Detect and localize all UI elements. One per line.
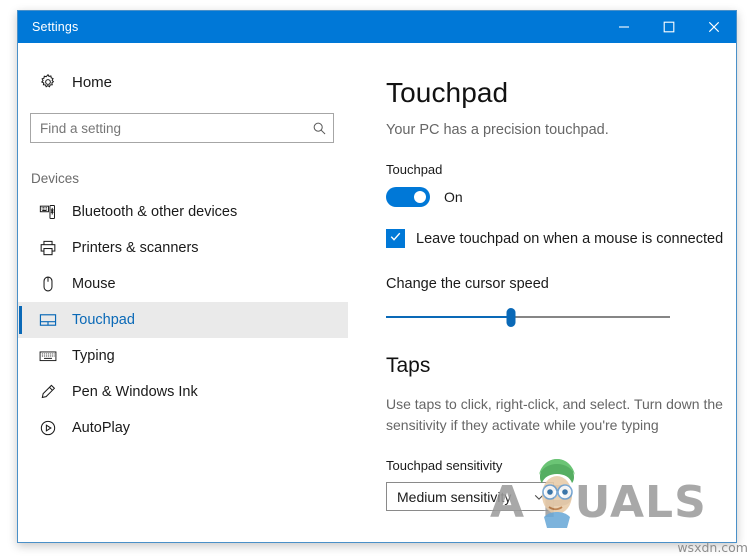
- touchpad-icon: [30, 311, 66, 329]
- bluetooth-devices-icon: [30, 203, 66, 221]
- slider-thumb[interactable]: [506, 308, 516, 327]
- minimize-button[interactable]: [601, 11, 646, 43]
- sidebar-home-label: Home: [72, 73, 113, 91]
- gear-icon: [30, 73, 66, 91]
- touchpad-section-label: Touchpad: [386, 162, 443, 177]
- window-controls: [601, 11, 736, 43]
- touchpad-toggle-row: On: [386, 187, 736, 207]
- touchpad-toggle[interactable]: [386, 187, 430, 207]
- sidebar-item-home[interactable]: Home: [18, 65, 348, 99]
- touchpad-sensitivity-label: Touchpad sensitivity: [386, 458, 503, 473]
- touchpad-toggle-state: On: [444, 189, 463, 205]
- sidebar-item-touchpad[interactable]: Touchpad: [18, 302, 348, 338]
- chevron-down-icon: [533, 491, 545, 503]
- site-credit: wsxdn.com: [677, 540, 748, 555]
- search-input[interactable]: [31, 120, 305, 136]
- settings-window: Settings Home Find a setting Devices Blu…: [17, 10, 737, 543]
- sidebar-item-label: AutoPlay: [72, 420, 131, 436]
- search-box[interactable]: [30, 113, 334, 143]
- sidebar-item-pen-windows-ink[interactable]: Pen & Windows Ink: [18, 374, 348, 410]
- maximize-button[interactable]: [646, 11, 691, 43]
- check-icon: [389, 230, 402, 248]
- page-title: Touchpad: [386, 77, 509, 108]
- sidebar: Home Devices: [18, 43, 348, 542]
- sidebar-item-label: Typing: [72, 348, 115, 364]
- keyboard-icon: [30, 347, 66, 365]
- title-bar: Settings: [18, 11, 736, 43]
- slider-fill: [386, 316, 511, 318]
- taps-description: Use taps to click, right-click, and sele…: [386, 396, 723, 433]
- mouse-icon: [30, 275, 66, 293]
- sidebar-item-printers-scanners[interactable]: Printers & scanners: [18, 230, 348, 266]
- taps-heading: Taps: [386, 354, 431, 377]
- sidebar-category-label: Devices: [31, 171, 80, 186]
- cursor-speed-section: Change the cursor speed: [386, 276, 736, 328]
- sidebar-item-mouse[interactable]: Mouse: [18, 266, 348, 302]
- cursor-speed-slider[interactable]: [386, 306, 670, 328]
- close-button[interactable]: [691, 11, 736, 43]
- printer-icon: [30, 239, 66, 257]
- sidebar-item-label: Printers & scanners: [72, 240, 199, 256]
- leave-touchpad-on-checkbox[interactable]: [386, 229, 405, 248]
- sidebar-item-label: Bluetooth & other devices: [72, 204, 238, 220]
- sidebar-item-typing[interactable]: Typing: [18, 338, 348, 374]
- cursor-speed-label: Change the cursor speed: [386, 276, 549, 292]
- sidebar-item-label: Pen & Windows Ink: [72, 384, 198, 400]
- window-content: Home Devices: [18, 43, 736, 542]
- search-icon[interactable]: [305, 121, 333, 136]
- sidebar-item-label: Touchpad: [72, 312, 135, 328]
- main-panel: Touchpad Your PC has a precision touchpa…: [348, 43, 736, 542]
- window-title: Settings: [32, 20, 79, 34]
- toggle-knob: [414, 191, 426, 203]
- page-subtitle: Your PC has a precision touchpad.: [386, 122, 609, 138]
- autoplay-icon: [30, 419, 66, 437]
- pen-icon: [30, 383, 66, 401]
- sidebar-item-bluetooth-other-devices[interactable]: Bluetooth & other devices: [18, 194, 348, 230]
- minimize-icon: [618, 21, 630, 33]
- touchpad-sensitivity-value: Medium sensitivity: [397, 488, 512, 505]
- sidebar-item-autoplay[interactable]: AutoPlay: [18, 410, 348, 446]
- sidebar-item-label: Mouse: [72, 276, 116, 292]
- leave-touchpad-on-checkbox-row[interactable]: Leave touchpad on when a mouse is connec…: [386, 229, 736, 248]
- touchpad-sensitivity-dropdown[interactable]: Medium sensitivity: [386, 482, 554, 511]
- leave-touchpad-on-label: Leave touchpad on when a mouse is connec…: [416, 230, 724, 247]
- close-icon: [708, 21, 720, 33]
- maximize-icon: [663, 21, 675, 33]
